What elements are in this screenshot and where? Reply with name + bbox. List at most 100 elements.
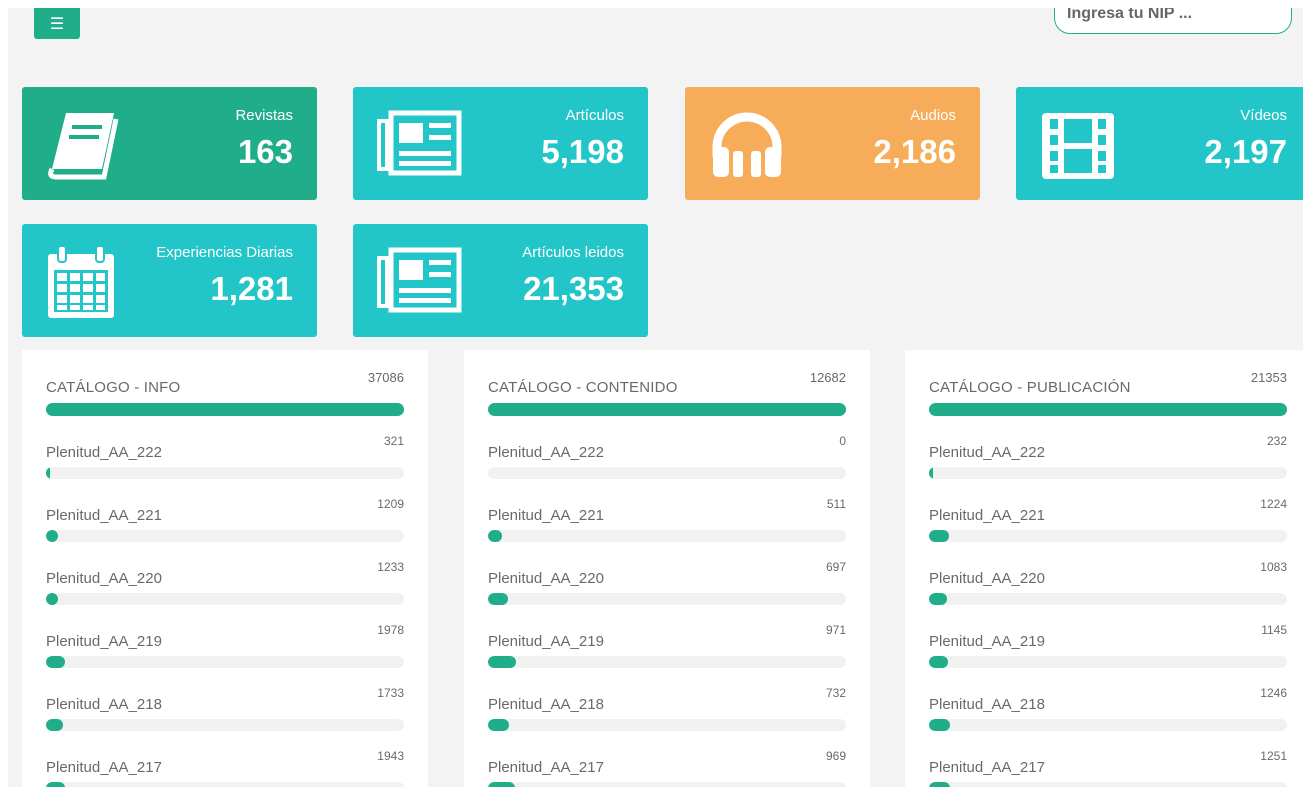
progress-label: Plenitud_AA_222: [46, 444, 162, 461]
progress-fill: [929, 782, 951, 787]
panel-catalogo-publicacion: CATÁLOGO - PUBLICACIÓN 21353 Plenitud_AA…: [905, 350, 1303, 787]
progress-row: Plenitud_AA_219 971: [488, 623, 846, 673]
stat-title: Artículos leidos: [522, 244, 624, 261]
progress-track: [46, 530, 404, 542]
progress-row: Plenitud_AA_222 232: [929, 434, 1287, 484]
stat-card-revistas[interactable]: Revistas 163: [22, 87, 317, 200]
progress-label: Plenitud_AA_218: [488, 696, 604, 713]
progress-value: 1083: [1260, 560, 1287, 574]
progress-fill: [929, 467, 933, 479]
progress-label: Plenitud_AA_219: [488, 633, 604, 650]
progress-value: 1733: [377, 686, 404, 700]
stat-card-videos[interactable]: Vídeos 2,197: [1016, 87, 1303, 200]
progress-track: [929, 593, 1287, 605]
stat-value: 21,353: [523, 270, 624, 307]
progress-fill: [46, 782, 65, 787]
stat-card-experiencias[interactable]: Experiencias Diarias 1,281: [22, 224, 317, 337]
progress-row: Plenitud_AA_217 969: [488, 749, 846, 787]
panel-total-bar: [929, 403, 1287, 416]
progress-label: Plenitud_AA_217: [46, 759, 162, 776]
progress-value: 969: [825, 749, 846, 763]
progress-fill: [488, 782, 516, 787]
stat-value: 1,281: [210, 270, 293, 307]
progress-label: Plenitud_AA_221: [488, 507, 604, 524]
progress-label: Plenitud_AA_221: [929, 507, 1045, 524]
progress-track: [929, 467, 1287, 479]
panel-title: CATÁLOGO - INFO: [46, 379, 181, 396]
progress-track: [488, 593, 846, 605]
progress-fill: [488, 530, 503, 542]
progress-fill: [46, 656, 65, 668]
progress-fill: [929, 656, 949, 668]
stat-card-articulos-leidos[interactable]: Artículos leidos 21,353: [353, 224, 648, 337]
progress-label: Plenitud_AA_217: [929, 759, 1045, 776]
progress-label: Plenitud_AA_220: [488, 570, 604, 587]
stat-value: 5,198: [541, 133, 624, 170]
progress-value: 1251: [1260, 749, 1287, 763]
progress-track: [929, 530, 1287, 542]
stat-value: 2,186: [873, 133, 956, 170]
progress-value: 1943: [377, 749, 404, 763]
menu-toggle-button[interactable]: ☰: [34, 8, 80, 39]
progress-fill: [929, 593, 948, 605]
progress-track: [488, 530, 846, 542]
progress-label: Plenitud_AA_218: [46, 696, 162, 713]
progress-track: [46, 593, 404, 605]
headphones-icon: [712, 112, 782, 177]
progress-track: [488, 656, 846, 668]
progress-track: [46, 719, 404, 731]
progress-value: 1145: [1261, 623, 1287, 637]
stat-title: Audios: [910, 107, 956, 124]
progress-value: 321: [383, 434, 404, 448]
progress-track: [46, 467, 404, 479]
calendar-icon: [48, 245, 114, 318]
stat-title: Experiencias Diarias: [156, 244, 293, 261]
progress-row: Plenitud_AA_217 1943: [46, 749, 404, 787]
panel-catalogo-info: CATÁLOGO - INFO 37086 Plenitud_AA_222 321…: [22, 350, 428, 787]
progress-track: [929, 782, 1287, 787]
progress-row: Plenitud_AA_219 1978: [46, 623, 404, 673]
progress-track: [488, 719, 846, 731]
stat-card-audios[interactable]: Audios 2,186: [685, 87, 980, 200]
progress-row: Plenitud_AA_217 1251: [929, 749, 1287, 787]
progress-value: 697: [825, 560, 846, 574]
nip-search-input[interactable]: [1054, 8, 1292, 34]
stat-card-articulos[interactable]: Artículos 5,198: [353, 87, 648, 200]
progress-value: 971: [825, 623, 846, 637]
progress-value: 0: [839, 434, 846, 448]
film-icon: [1042, 113, 1114, 179]
progress-label: Plenitud_AA_218: [929, 696, 1045, 713]
progress-value: 1233: [377, 560, 404, 574]
progress-row: Plenitud_AA_218 1246: [929, 686, 1287, 736]
progress-value: 1224: [1260, 497, 1287, 511]
dashboard: ☰ Revistas 163 Artículos 5,198: [8, 8, 1303, 787]
stat-value: 2,197: [1204, 133, 1287, 170]
panel-catalogo-contenido: CATÁLOGO - CONTENIDO 12682 Plenitud_AA_2…: [464, 350, 870, 787]
panel-title: CATÁLOGO - PUBLICACIÓN: [929, 379, 1131, 396]
progress-value: 1246: [1260, 686, 1287, 700]
progress-value: 232: [1266, 434, 1287, 448]
progress-row: Plenitud_AA_219 1145: [929, 623, 1287, 673]
progress-row: Plenitud_AA_220 697: [488, 560, 846, 610]
progress-value: 511: [826, 497, 846, 511]
panel-total: 12682: [809, 370, 846, 385]
progress-row: Plenitud_AA_220 1233: [46, 560, 404, 610]
panel-total: 21353: [1250, 370, 1287, 385]
progress-label: Plenitud_AA_217: [488, 759, 604, 776]
progress-value: 732: [825, 686, 846, 700]
progress-label: Plenitud_AA_219: [929, 633, 1045, 650]
progress-row: Plenitud_AA_221 1209: [46, 497, 404, 547]
progress-row: Plenitud_AA_218 1733: [46, 686, 404, 736]
progress-track: [488, 467, 846, 479]
stat-title: Revistas: [235, 107, 293, 124]
progress-value: 1978: [377, 623, 404, 637]
progress-row: Plenitud_AA_220 1083: [929, 560, 1287, 610]
progress-fill: [46, 467, 50, 479]
progress-label: Plenitud_AA_220: [929, 570, 1045, 587]
progress-label: Plenitud_AA_222: [929, 444, 1045, 461]
progress-row: Plenitud_AA_222 0: [488, 434, 846, 484]
progress-row: Plenitud_AA_221 1224: [929, 497, 1287, 547]
progress-track: [46, 656, 404, 668]
menu-icon: ☰: [49, 15, 65, 33]
progress-fill: [46, 719, 63, 731]
